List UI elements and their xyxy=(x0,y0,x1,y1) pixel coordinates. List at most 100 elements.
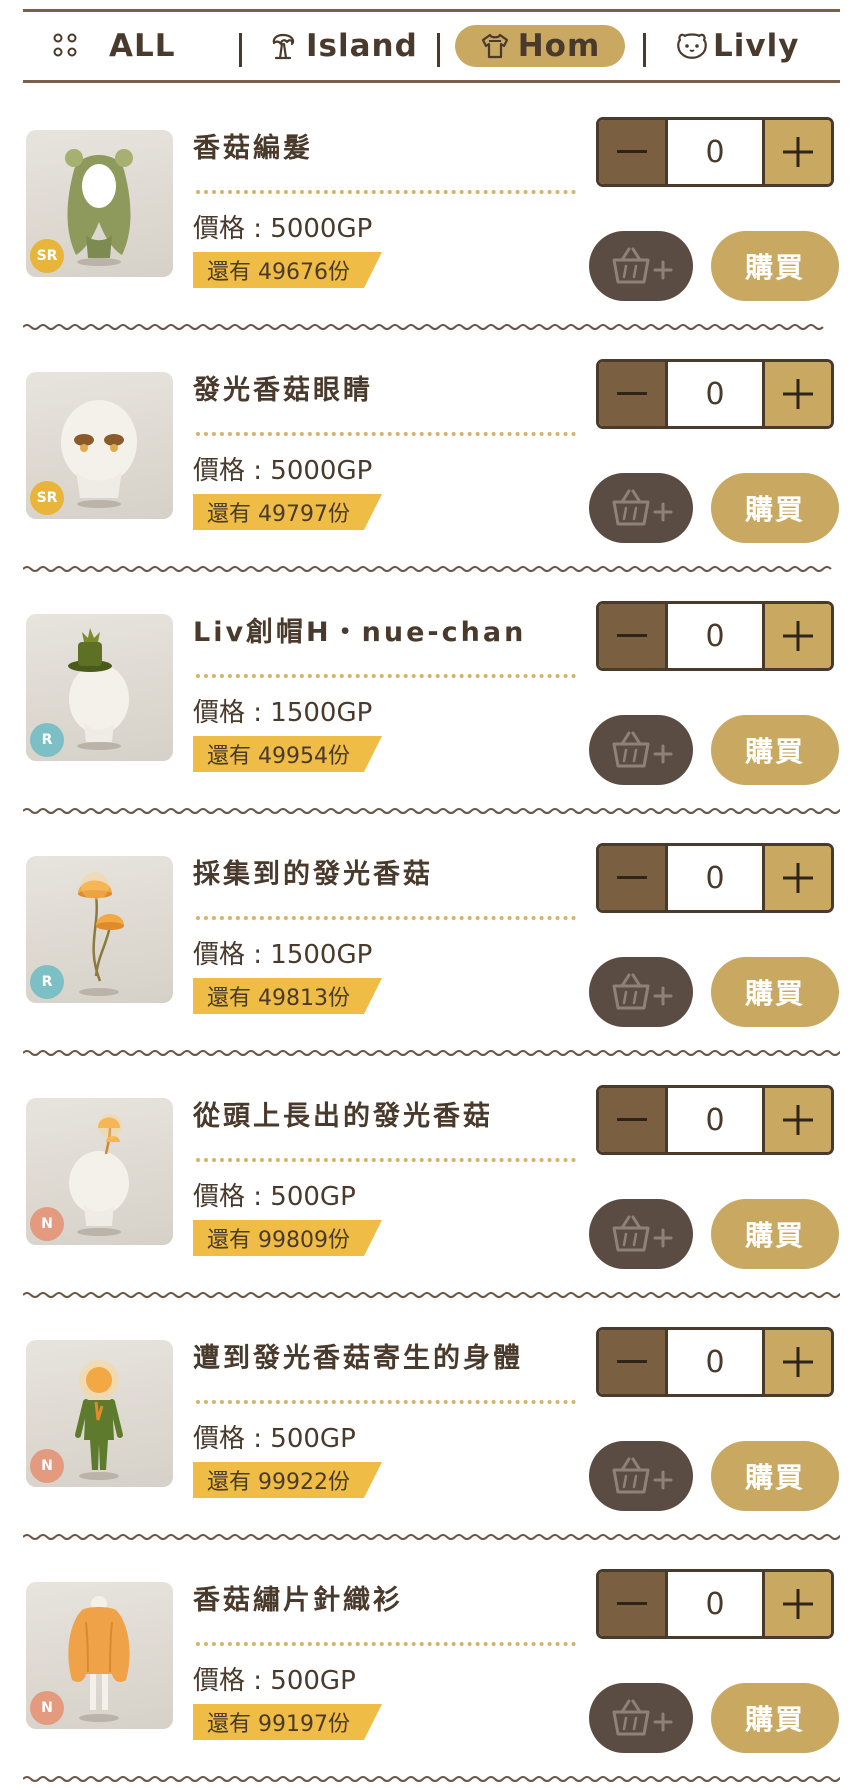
minus-icon xyxy=(617,634,647,637)
stock-label: 還有 49676份 xyxy=(193,252,382,288)
increment-button[interactable] xyxy=(765,1330,831,1394)
increment-button[interactable] xyxy=(765,120,831,184)
decrement-button[interactable] xyxy=(599,1572,665,1636)
rarity-badge: R xyxy=(30,723,64,757)
tab-divider xyxy=(239,33,242,67)
tab-all-label: ALL xyxy=(109,28,176,64)
rarity-badge: R xyxy=(30,965,64,999)
decrement-button[interactable] xyxy=(599,120,665,184)
minus-icon xyxy=(617,150,647,153)
decrement-button[interactable] xyxy=(599,604,665,668)
list-item: N 從頭上長出的發光香菇 價格 : 500GP 還有 99809份 0 購買 xyxy=(0,1068,864,1310)
buy-button[interactable]: 購買 xyxy=(711,1683,839,1753)
add-to-cart-button[interactable] xyxy=(589,1441,693,1511)
tab-home[interactable]: Hom xyxy=(455,25,625,67)
decrement-button[interactable] xyxy=(599,1330,665,1394)
item-thumbnail: N xyxy=(26,1098,173,1245)
quantity-value[interactable]: 0 xyxy=(665,1572,765,1636)
plus-icon xyxy=(783,1589,813,1619)
item-name: 從頭上長出的發光香菇 xyxy=(193,1101,493,1132)
item-thumbnail: N xyxy=(26,1582,173,1729)
add-to-cart-button[interactable] xyxy=(589,231,693,301)
decrement-button[interactable] xyxy=(599,1088,665,1152)
dotted-divider xyxy=(196,1642,576,1646)
quantity-value[interactable]: 0 xyxy=(665,362,765,426)
basket-plus-icon xyxy=(612,489,673,526)
basket-plus-icon xyxy=(612,731,673,768)
wavy-divider xyxy=(23,1292,840,1298)
item-thumbnail: R xyxy=(26,614,173,761)
item-thumbnail: SR xyxy=(26,130,173,277)
list-item: N 遭到發光香菇寄生的身體 價格 : 500GP 還有 99922份 0 購買 xyxy=(0,1310,864,1552)
item-name: 發光香菇眼睛 xyxy=(193,375,373,406)
item-price: 價格 : 500GP xyxy=(193,1666,356,1696)
item-name: 香菇繡片針織衫 xyxy=(193,1585,403,1616)
dotted-divider xyxy=(196,1158,576,1162)
plus-icon xyxy=(783,1105,813,1135)
increment-button[interactable] xyxy=(765,362,831,426)
tab-island[interactable]: Island xyxy=(268,25,418,67)
quantity-value[interactable]: 0 xyxy=(665,1330,765,1394)
quantity-value[interactable]: 0 xyxy=(665,120,765,184)
quantity-stepper: 0 xyxy=(596,117,834,187)
item-price: 價格 : 1500GP xyxy=(193,940,373,970)
basket-plus-icon xyxy=(612,973,673,1010)
dotted-divider xyxy=(196,674,576,678)
add-to-cart-button[interactable] xyxy=(589,1199,693,1269)
decrement-button[interactable] xyxy=(599,846,665,910)
quantity-value[interactable]: 0 xyxy=(665,846,765,910)
rarity-badge: N xyxy=(30,1691,64,1725)
add-to-cart-button[interactable] xyxy=(589,1683,693,1753)
quantity-value[interactable]: 0 xyxy=(665,1088,765,1152)
plus-icon xyxy=(783,863,813,893)
buy-button[interactable]: 購買 xyxy=(711,1199,839,1269)
quantity-stepper: 0 xyxy=(596,601,834,671)
quantity-stepper: 0 xyxy=(596,359,834,429)
item-thumbnail: SR xyxy=(26,372,173,519)
tab-divider xyxy=(437,33,440,67)
plus-icon xyxy=(783,621,813,651)
rarity-badge: N xyxy=(30,1449,64,1483)
tree-icon xyxy=(268,31,298,61)
buy-button[interactable]: 購買 xyxy=(711,715,839,785)
add-to-cart-button[interactable] xyxy=(589,957,693,1027)
list-item: R Liv創帽H・nue-chan 價格 : 1500GP 還有 49954份 … xyxy=(0,584,864,826)
minus-icon xyxy=(617,392,647,395)
minus-icon xyxy=(617,876,647,879)
buy-button[interactable]: 購買 xyxy=(711,957,839,1027)
add-to-cart-button[interactable] xyxy=(589,473,693,543)
wavy-divider xyxy=(23,1534,840,1540)
buy-button[interactable]: 購買 xyxy=(711,473,839,543)
tab-all[interactable]: ALL xyxy=(53,25,176,67)
increment-button[interactable] xyxy=(765,1572,831,1636)
buy-button[interactable]: 購買 xyxy=(711,231,839,301)
livly-face-icon xyxy=(675,31,709,61)
quantity-stepper: 0 xyxy=(596,843,834,913)
stock-label: 還有 99922份 xyxy=(193,1462,382,1498)
minus-icon xyxy=(617,1602,647,1605)
tab-livly-label: Livly xyxy=(713,28,800,64)
increment-button[interactable] xyxy=(765,1088,831,1152)
rarity-badge: N xyxy=(30,1207,64,1241)
quantity-stepper: 0 xyxy=(596,1569,834,1639)
wavy-divider xyxy=(23,324,824,330)
item-name: Liv創帽H・nue-chan xyxy=(193,617,527,648)
wavy-divider xyxy=(23,1776,840,1782)
dotted-divider xyxy=(196,916,576,920)
item-price: 價格 : 5000GP xyxy=(193,214,373,244)
basket-plus-icon xyxy=(612,1457,673,1494)
tab-livly[interactable]: Livly xyxy=(675,25,799,67)
tab-island-label: Island xyxy=(306,28,418,64)
add-to-cart-button[interactable] xyxy=(589,715,693,785)
plus-icon xyxy=(783,137,813,167)
list-item: N 香菇繡片針織衫 價格 : 500GP 還有 99197份 0 購買 xyxy=(0,1552,864,1790)
increment-button[interactable] xyxy=(765,846,831,910)
buy-button[interactable]: 購買 xyxy=(711,1441,839,1511)
increment-button[interactable] xyxy=(765,604,831,668)
item-thumbnail: R xyxy=(26,856,173,1003)
item-name: 香菇編髮 xyxy=(193,133,313,164)
decrement-button[interactable] xyxy=(599,362,665,426)
list-item: SR 發光香菇眼睛 價格 : 5000GP 還有 49797份 0 購買 xyxy=(0,342,864,584)
quantity-value[interactable]: 0 xyxy=(665,604,765,668)
basket-plus-icon xyxy=(612,1215,673,1252)
